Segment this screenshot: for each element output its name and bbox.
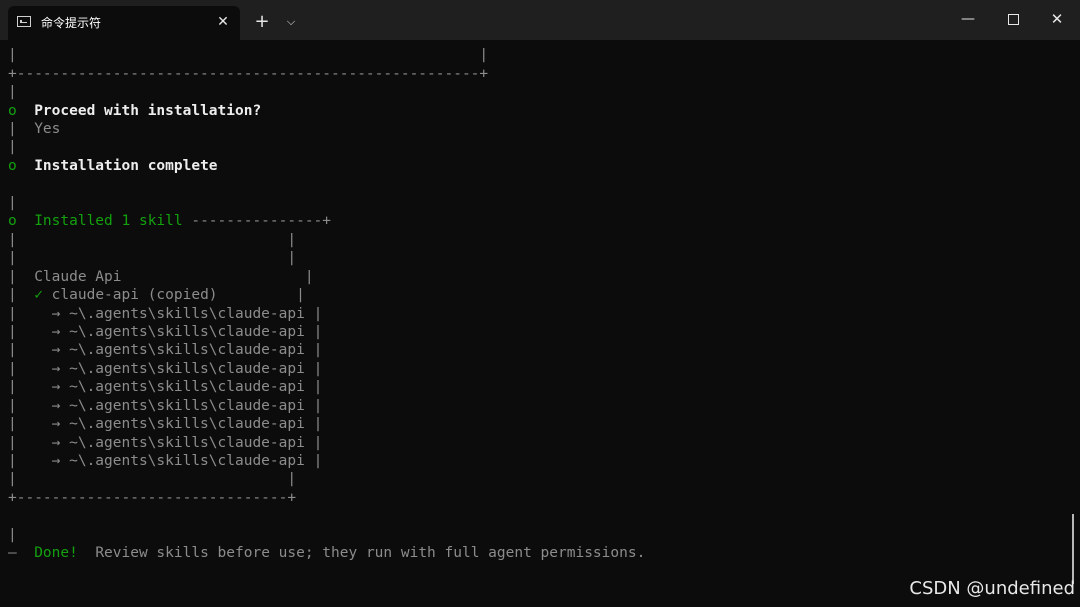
box-top-rule: ---------------+ [182, 213, 332, 229]
path-line: | → ~\.agents\skills\claude-api | [8, 398, 323, 414]
chevron-down-icon[interactable]: ⌵ [280, 10, 302, 34]
maximize-button[interactable] [991, 0, 1035, 38]
done-marker: — [8, 545, 17, 561]
tab-command-prompt[interactable]: 命令提示符 ✕ [8, 6, 240, 40]
path-line: | → ~\.agents\skills\claude-api | [8, 435, 323, 451]
prompt-question: Proceed with installation? [34, 103, 262, 119]
path-line: | → ~\.agents\skills\claude-api | [8, 306, 323, 322]
tab-title: 命令提示符 [41, 16, 102, 30]
skill-path: → ~\.agents\skills\claude-api [51, 342, 305, 358]
path-line: | → ~\.agents\skills\claude-api | [8, 324, 323, 340]
skill-name: Claude Api [34, 269, 122, 285]
status-text: Installation complete [34, 158, 218, 174]
skill-path: → ~\.agents\skills\claude-api [51, 398, 305, 414]
prompt-bar: | [8, 121, 17, 137]
status-line: o Installation complete [8, 157, 218, 175]
title-bar: 命令提示符 ✕ + ⌵ — ✕ [0, 0, 1080, 40]
done-label: Done! [34, 545, 78, 561]
status-marker: o [8, 158, 17, 174]
prompt-answer-line: | Yes [8, 120, 60, 138]
skill-name-line: | Claude Api | [8, 269, 314, 285]
skill-path: → ~\.agents\skills\claude-api [51, 379, 305, 395]
box-top-border: +---------------------------------------… [8, 66, 489, 82]
prompt-answer: Yes [34, 121, 61, 137]
cmd-icon [17, 16, 31, 27]
skill-path: → ~\.agents\skills\claude-api [51, 306, 305, 322]
scrollbar[interactable] [1072, 514, 1074, 584]
prompt-marker: o [8, 103, 17, 119]
terminal-window: 命令提示符 ✕ + ⌵ — ✕ | | +-------------------… [0, 0, 1080, 607]
path-line: | → ~\.agents\skills\claude-api | [8, 361, 323, 377]
skill-entry-line: | ✓ claude-api (copied) | [8, 287, 305, 303]
done-message: Review skills before use; they run with … [95, 545, 646, 561]
prompt-question-line: o Proceed with installation? [8, 102, 261, 120]
terminal-output[interactable]: | | +-----------------------------------… [0, 44, 1080, 607]
path-line: | → ~\.agents\skills\claude-api | [8, 379, 323, 395]
skill-path: → ~\.agents\skills\claude-api [51, 453, 305, 469]
check-icon: ✓ [34, 287, 43, 303]
new-tab-button[interactable]: + [250, 10, 274, 34]
skill-entry: claude-api (copied) [51, 287, 218, 303]
minimize-button[interactable]: — [946, 0, 990, 38]
installed-marker: o [8, 213, 17, 229]
path-line: | → ~\.agents\skills\claude-api | [8, 453, 323, 469]
prompt-bar: | [8, 139, 17, 155]
skill-path: → ~\.agents\skills\claude-api [51, 361, 305, 377]
box-empty-line: | | [8, 471, 297, 487]
prompt-bar: | [8, 195, 17, 211]
prompt-bar: | [8, 84, 17, 100]
prompt-bar: | [8, 527, 17, 543]
watermark: CSDN @undefined [909, 578, 1075, 599]
skill-path: → ~\.agents\skills\claude-api [51, 416, 305, 432]
installed-header-line: o Installed 1 skill ---------------+ [8, 212, 331, 230]
box-side-line: | | [8, 47, 489, 63]
done-line: — Done! Review skills before use; they r… [8, 544, 645, 562]
box-bottom-border: +-------------------------------+ [8, 490, 297, 506]
skill-path: → ~\.agents\skills\claude-api [51, 324, 305, 340]
path-line: | → ~\.agents\skills\claude-api | [8, 416, 323, 432]
close-window-button[interactable]: ✕ [1035, 0, 1079, 38]
installed-title: Installed 1 skill [34, 213, 183, 229]
path-line: | → ~\.agents\skills\claude-api | [8, 342, 323, 358]
box-empty-line: | | [8, 232, 297, 248]
box-empty-line: | | [8, 250, 297, 266]
maximize-icon [1007, 14, 1019, 25]
close-tab-icon[interactable]: ✕ [212, 11, 234, 33]
skill-path: → ~\.agents\skills\claude-api [51, 435, 305, 451]
